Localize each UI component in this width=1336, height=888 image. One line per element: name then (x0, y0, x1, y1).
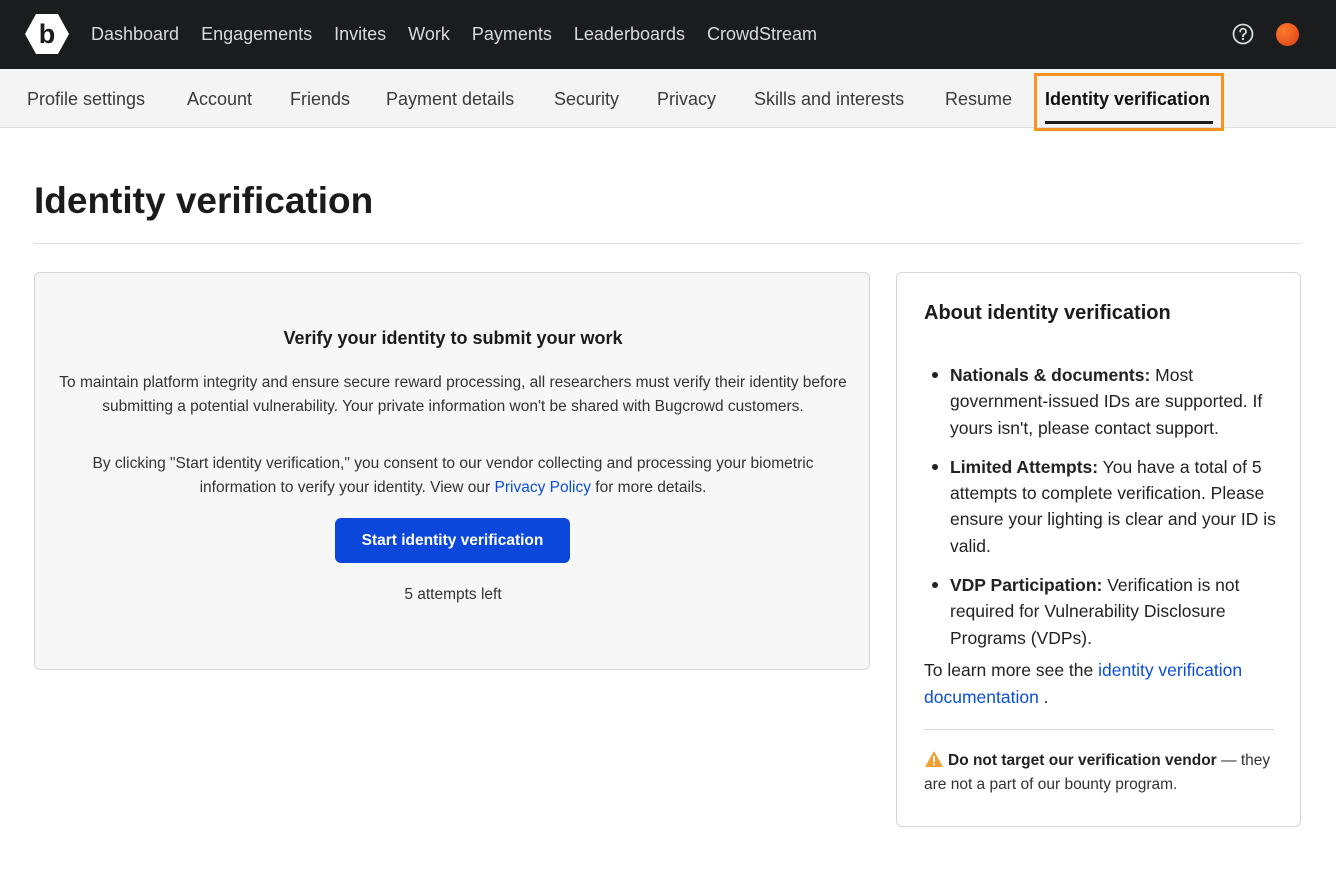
list-item-label: VDP Participation: (950, 575, 1103, 596)
verify-identity-card: Verify your identity to submit your work… (34, 272, 870, 670)
page-title: Identity verification (34, 180, 374, 221)
title-divider (34, 243, 1301, 244)
tab-resume[interactable]: Resume (945, 69, 1012, 128)
bugcrowd-logo-icon[interactable]: b (24, 13, 70, 55)
top-navigation-bar: b Dashboard Engagements Invites Work Pay… (0, 0, 1336, 69)
list-item-label: Limited Attempts: (950, 456, 1099, 477)
nav-dashboard[interactable]: Dashboard (91, 24, 179, 45)
tab-security[interactable]: Security (554, 69, 619, 128)
privacy-policy-link[interactable]: Privacy Policy (495, 479, 591, 496)
consent-text-end: for more details. (590, 478, 707, 496)
main-nav: Dashboard Engagements Invites Work Payme… (91, 0, 839, 69)
attempts-left-text: 5 attempts left (404, 586, 502, 603)
nav-engagements[interactable]: Engagements (201, 24, 312, 45)
learn-more-end: . (1038, 687, 1049, 707)
list-item: VDP Participation: Verification is not r… (924, 572, 1279, 651)
nav-work[interactable]: Work (408, 24, 450, 45)
tab-payment-details[interactable]: Payment details (386, 69, 514, 128)
user-avatar[interactable] (1276, 23, 1299, 46)
nav-crowdstream[interactable]: CrowdStream (707, 24, 817, 45)
nav-invites[interactable]: Invites (334, 24, 386, 45)
warning-triangle-icon (925, 751, 943, 767)
tab-skills-and-interests[interactable]: Skills and interests (754, 69, 904, 128)
start-identity-verification-button[interactable]: Start identity verification (335, 518, 570, 563)
tab-friends[interactable]: Friends (290, 69, 350, 128)
svg-text:b: b (39, 19, 56, 49)
tab-privacy[interactable]: Privacy (657, 69, 716, 128)
vendor-warning: Do not target our verification vendor — … (924, 749, 1274, 797)
about-verification-card: About identity verification Nationals & … (896, 272, 1301, 827)
learn-more-text: To learn more see the identity verificat… (924, 657, 1284, 711)
tab-account[interactable]: Account (187, 69, 252, 128)
verify-description: To maintain platform integrity and ensur… (59, 374, 847, 415)
list-item: Nationals & documents: Most government-i… (924, 362, 1279, 441)
consent-text: By clicking "Start identity verification… (55, 452, 851, 499)
list-item-label: Nationals & documents: (950, 365, 1151, 385)
learn-more-start: To learn more see the (924, 660, 1099, 680)
tab-highlight-box (1034, 73, 1224, 131)
about-list: Nationals & documents: Most government-i… (924, 362, 1279, 664)
tab-profile-settings[interactable]: Profile settings (27, 69, 145, 128)
verify-heading: Verify your identity to submit your work (283, 328, 623, 348)
help-circle-icon[interactable] (1232, 23, 1254, 45)
nav-leaderboards[interactable]: Leaderboards (574, 24, 685, 45)
nav-payments[interactable]: Payments (472, 24, 552, 45)
about-divider (924, 729, 1274, 730)
about-title: About identity verification (924, 302, 1171, 324)
list-item: Limited Attempts: You have a total of 5 … (924, 454, 1279, 559)
warning-bold-text: Do not target our verification vendor (948, 752, 1217, 769)
